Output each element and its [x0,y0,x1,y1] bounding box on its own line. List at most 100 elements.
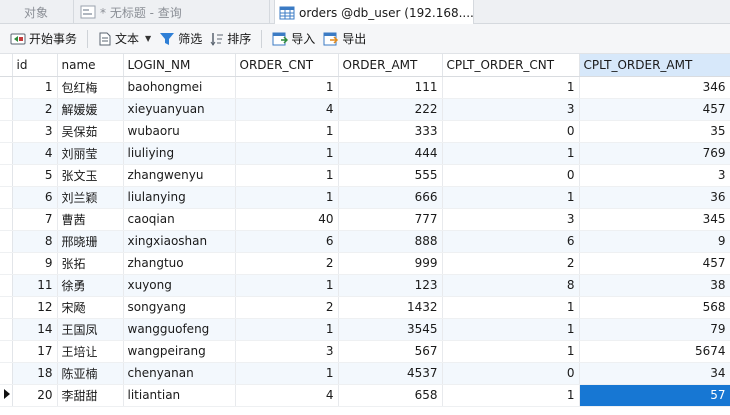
cell-login-nm[interactable]: litiantian [123,384,236,407]
cell-id[interactable]: 5 [12,164,58,187]
cell-cplt-order-amt[interactable]: 5674 [579,340,730,363]
table-row[interactable]: 9 张拓 zhangtuo 2 999 2 457 [0,252,730,275]
cell-login-nm[interactable]: caoqian [123,208,236,231]
cell-id[interactable]: 12 [12,296,58,319]
cell-login-nm[interactable]: xuyong [123,274,236,297]
cell-name[interactable]: 陈亚楠 [57,362,124,385]
column-header-login-nm[interactable]: LOGIN_NM [123,54,236,77]
cell-name[interactable]: 包红梅 [57,76,124,99]
import-button[interactable]: 导入 [268,28,319,50]
cell-id[interactable]: 9 [12,252,58,275]
table-row[interactable]: 2 解媛媛 xieyuanyuan 4 222 3 457 [0,98,730,121]
cell-cplt-order-cnt[interactable]: 1 [442,340,580,363]
table-row[interactable]: 1 包红梅 baohongmei 1 111 1 346 [0,76,730,99]
cell-cplt-order-cnt[interactable]: 1 [442,142,580,165]
cell-order-cnt[interactable]: 1 [235,274,339,297]
cell-id[interactable]: 8 [12,230,58,253]
sort-button[interactable]: 排序 [206,28,255,50]
row-gutter[interactable] [0,208,13,231]
cell-cplt-order-amt[interactable]: 9 [579,230,730,253]
cell-order-amt[interactable]: 4537 [338,362,443,385]
cell-order-cnt[interactable]: 4 [235,98,339,121]
export-button[interactable]: 导出 [319,28,370,50]
cell-cplt-order-cnt[interactable]: 0 [442,362,580,385]
row-gutter[interactable] [0,296,13,319]
table-row[interactable]: 5 张文玉 zhangwenyu 1 555 0 3 [0,164,730,187]
row-gutter[interactable] [0,76,13,99]
cell-name[interactable]: 刘丽莹 [57,142,124,165]
cell-order-cnt[interactable]: 1 [235,318,339,341]
cell-cplt-order-amt[interactable]: 38 [579,274,730,297]
cell-cplt-order-amt[interactable]: 769 [579,142,730,165]
tab-orders-table[interactable]: orders @db_user (192.168.... [274,0,474,25]
cell-cplt-order-cnt[interactable]: 2 [442,252,580,275]
cell-cplt-order-amt[interactable]: 457 [579,98,730,121]
tab-untitled-query[interactable]: * 无标题 - 查询 [74,0,270,24]
cell-name[interactable]: 解媛媛 [57,98,124,121]
table-row[interactable]: 18 陈亚楠 chenyanan 1 4537 0 34 [0,362,730,385]
table-row[interactable]: 3 吴保茹 wubaoru 1 333 0 35 [0,120,730,143]
cell-cplt-order-amt[interactable]: 457 [579,252,730,275]
cell-order-amt[interactable]: 555 [338,164,443,187]
cell-order-cnt[interactable]: 1 [235,142,339,165]
row-gutter[interactable] [0,362,13,385]
table-row[interactable]: 17 王培让 wangpeirang 3 567 1 5674 [0,340,730,363]
cell-name[interactable]: 吴保茹 [57,120,124,143]
row-gutter[interactable] [0,120,13,143]
cell-order-cnt[interactable]: 1 [235,164,339,187]
cell-cplt-order-amt[interactable]: 346 [579,76,730,99]
cell-login-nm[interactable]: chenyanan [123,362,236,385]
cell-order-amt[interactable]: 123 [338,274,443,297]
begin-transaction-button[interactable]: 开始事务 [6,28,81,50]
column-header-order-cnt[interactable]: ORDER_CNT [235,54,339,77]
cell-cplt-order-cnt[interactable]: 0 [442,120,580,143]
cell-cplt-order-cnt[interactable]: 1 [442,76,580,99]
cell-name[interactable]: 邢晓珊 [57,230,124,253]
cell-order-amt[interactable]: 222 [338,98,443,121]
cell-order-amt[interactable]: 999 [338,252,443,275]
cell-order-cnt[interactable]: 6 [235,230,339,253]
cell-cplt-order-amt[interactable]: 79 [579,318,730,341]
column-header-id[interactable]: id [12,54,58,77]
cell-cplt-order-amt[interactable]: 36 [579,186,730,209]
cell-login-nm[interactable]: baohongmei [123,76,236,99]
cell-name[interactable]: 张文玉 [57,164,124,187]
table-row[interactable]: 12 宋飏 songyang 2 1432 1 568 [0,296,730,319]
row-gutter[interactable] [0,384,13,407]
cell-name[interactable]: 张拓 [57,252,124,275]
cell-login-nm[interactable]: xingxiaoshan [123,230,236,253]
cell-name[interactable]: 曹茜 [57,208,124,231]
cell-id[interactable]: 1 [12,76,58,99]
cell-cplt-order-cnt[interactable]: 1 [442,384,580,407]
cell-order-cnt[interactable]: 40 [235,208,339,231]
cell-id[interactable]: 2 [12,98,58,121]
row-gutter[interactable] [0,142,13,165]
column-header-cplt-order-amt[interactable]: CPLT_ORDER_AMT [579,54,730,77]
column-header-order-amt[interactable]: ORDER_AMT [338,54,443,77]
column-header-cplt-order-cnt[interactable]: CPLT_ORDER_CNT [442,54,580,77]
cell-id[interactable]: 11 [12,274,58,297]
cell-name[interactable]: 徐勇 [57,274,124,297]
cell-id[interactable]: 14 [12,318,58,341]
cell-id[interactable]: 6 [12,186,58,209]
cell-login-nm[interactable]: zhangtuo [123,252,236,275]
cell-login-nm[interactable]: zhangwenyu [123,164,236,187]
row-gutter[interactable] [0,98,13,121]
cell-cplt-order-amt[interactable]: 345 [579,208,730,231]
column-header-name[interactable]: name [57,54,124,77]
cell-cplt-order-cnt[interactable]: 3 [442,98,580,121]
cell-login-nm[interactable]: xieyuanyuan [123,98,236,121]
cell-id[interactable]: 3 [12,120,58,143]
table-row[interactable]: 6 刘兰颖 liulanying 1 666 1 36 [0,186,730,209]
cell-name[interactable]: 宋飏 [57,296,124,319]
cell-cplt-order-cnt[interactable]: 6 [442,230,580,253]
cell-order-amt[interactable]: 777 [338,208,443,231]
cell-order-amt[interactable]: 658 [338,384,443,407]
cell-name[interactable]: 刘兰颖 [57,186,124,209]
cell-cplt-order-amt[interactable]: 57 [579,384,730,407]
table-row[interactable]: 8 邢晓珊 xingxiaoshan 6 888 6 9 [0,230,730,253]
cell-cplt-order-cnt[interactable]: 0 [442,164,580,187]
cell-order-cnt[interactable]: 2 [235,296,339,319]
row-gutter[interactable] [0,186,13,209]
row-gutter[interactable] [0,252,13,275]
